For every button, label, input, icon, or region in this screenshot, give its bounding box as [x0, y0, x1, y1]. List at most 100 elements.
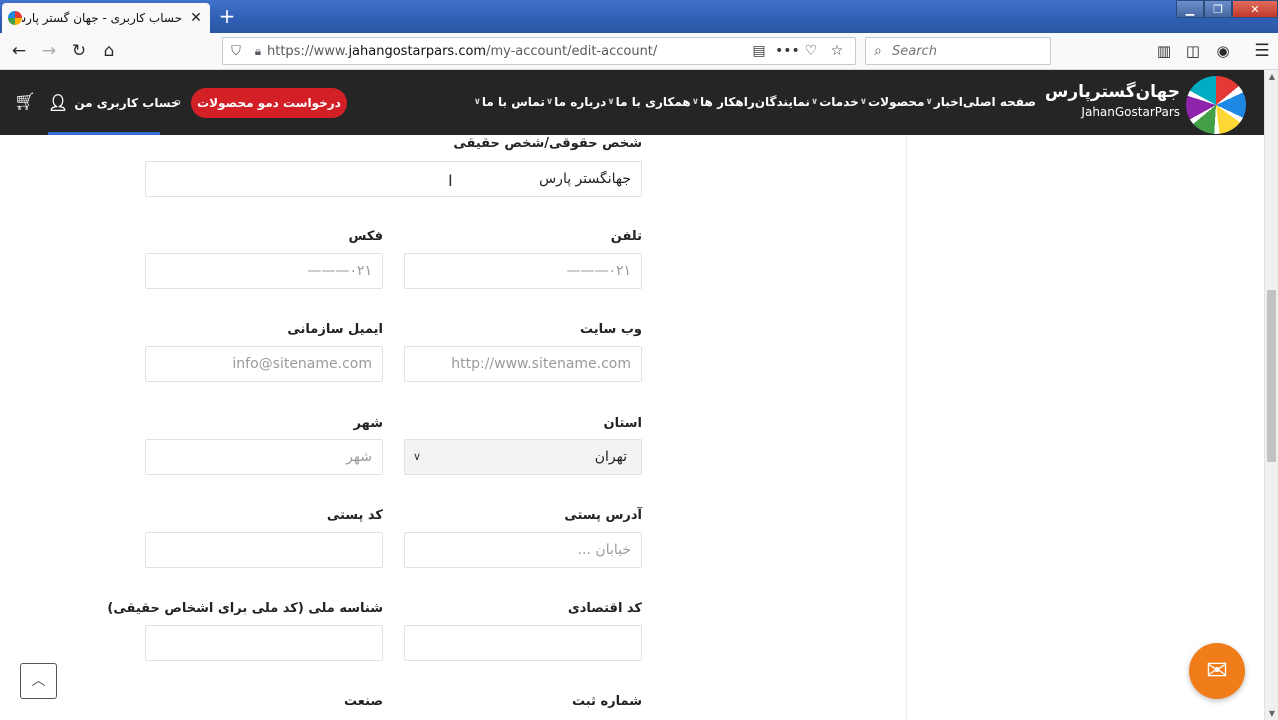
url-text[interactable]: https://www.jahangostarpars.com/my-accou…: [267, 44, 749, 59]
logo-text-fa[interactable]: جهان‌گسترپارس: [1045, 82, 1180, 102]
registration-number-label: شماره ثبت: [571, 694, 642, 709]
hamburger-menu-icon[interactable]: ☰: [1249, 39, 1275, 63]
envelope-icon: ✉: [1206, 656, 1228, 686]
text-cursor-icon: Ι: [448, 171, 453, 190]
chevron-down-icon: ∨: [545, 97, 554, 107]
url-path: /my-account/edit-account/: [486, 43, 658, 59]
browser-search-box[interactable]: ⌕: [865, 37, 1051, 65]
city-input[interactable]: [145, 439, 383, 475]
scroll-down-icon[interactable]: ▼: [1265, 709, 1278, 718]
menu-label: اخبار: [933, 95, 963, 109]
economic-code-label: کد اقتصادی: [567, 601, 642, 616]
website-input[interactable]: [404, 346, 642, 382]
browser-tab[interactable]: حساب کاربری - جهان گستر پارس ✕: [2, 3, 210, 33]
user-icon: 👤︎: [48, 93, 69, 112]
menu-label: تماس با ما: [481, 95, 545, 109]
menu-item-home[interactable]: صفحه اصلی: [963, 92, 1036, 112]
edit-account-form: شخص حقوقی/شخص حقیقی Ι تلفن فکس وب سایت ا…: [0, 135, 1264, 720]
my-account-link[interactable]: حساب کاربری من 👤︎: [48, 93, 180, 112]
tab-title: حساب کاربری - جهان گستر پارس: [22, 11, 182, 25]
national-id-input[interactable]: [145, 625, 383, 661]
menu-item-agents[interactable]: نمایندگان: [755, 92, 810, 112]
sidebar-toggle-icon[interactable]: ◫: [1180, 39, 1206, 63]
page-actions-icon[interactable]: •••: [775, 43, 800, 59]
province-select[interactable]: تهران ∨: [404, 439, 642, 475]
browser-search-input[interactable]: [892, 43, 1042, 59]
reader-view-icon[interactable]: ▤: [749, 43, 769, 59]
library-icon[interactable]: ▥: [1151, 39, 1177, 63]
chevron-down-icon: ∨: [473, 97, 481, 107]
menu-label: همکاری با ما: [615, 95, 691, 109]
forward-arrow-icon[interactable]: →: [36, 39, 62, 63]
pocket-icon[interactable]: ♡: [801, 43, 821, 59]
company-input[interactable]: [145, 161, 642, 197]
logo-globe-icon[interactable]: [1186, 76, 1246, 134]
tracking-shield-icon[interactable]: ⛉: [223, 44, 249, 59]
window-close-icon[interactable]: ✕: [1232, 0, 1278, 18]
url-prefix: https://www.: [267, 43, 349, 59]
menu-item-cooperation[interactable]: همکاری با ما ∨: [606, 92, 690, 112]
scroll-thumb[interactable]: [1267, 290, 1276, 462]
menu-label: محصولات: [868, 95, 925, 109]
minimize-icon[interactable]: ▁: [1176, 0, 1204, 18]
province-value: تهران: [594, 449, 627, 465]
bookmark-star-icon[interactable]: ☆: [827, 43, 847, 59]
website-label: وب سایت: [580, 322, 642, 337]
my-account-label: حساب کاربری من: [74, 95, 180, 110]
account-icon[interactable]: ◉: [1210, 39, 1236, 63]
search-icon: ⌕: [874, 43, 882, 59]
menu-item-services[interactable]: خدمات ∨: [810, 92, 859, 112]
site-header: جهان‌گسترپارس JahanGostarPars صفحه اصلی …: [0, 70, 1264, 135]
email-input[interactable]: [145, 346, 383, 382]
economic-code-input[interactable]: [404, 625, 642, 661]
contact-mail-button[interactable]: ✉: [1189, 643, 1245, 699]
back-arrow-icon[interactable]: ←: [6, 39, 32, 63]
phone-input[interactable]: [404, 253, 642, 289]
chevron-down-icon: ∨: [607, 97, 615, 107]
cart-icon[interactable]: 🛒︎: [14, 92, 36, 112]
menu-label: نمایندگان: [754, 95, 810, 109]
chevron-up-icon: ︿: [31, 673, 46, 689]
menu-item-products[interactable]: محصولات ∨: [859, 92, 925, 112]
menu-label: راهکار ها: [700, 95, 755, 109]
page-scrollbar[interactable]: ▲ ▼: [1264, 70, 1278, 720]
fax-input[interactable]: [145, 253, 383, 289]
national-id-label: شناسه ملی (کد ملی برای اشخاص حقیقی): [107, 601, 383, 616]
city-label: شهر: [353, 416, 383, 431]
tab-close-icon[interactable]: ✕: [188, 10, 204, 26]
logo-text-en[interactable]: JahanGostarPars: [1070, 105, 1180, 119]
menu-item-news[interactable]: اخبار ∨: [925, 92, 963, 112]
industry-label: صنعت: [344, 694, 383, 709]
menu-label: درباره ما: [554, 95, 607, 109]
chevron-down-icon: ∨: [859, 97, 868, 107]
maximize-icon[interactable]: ❐: [1204, 0, 1232, 18]
browser-tab-bar: حساب کاربری - جهان گستر پارس ✕ + ▁ ❐ ✕: [0, 0, 1278, 33]
url-domain: jahangostarpars.com: [348, 43, 487, 59]
postal-code-input[interactable]: [145, 532, 383, 568]
home-icon[interactable]: ⌂: [96, 39, 122, 63]
menu-item-about[interactable]: درباره ما ∨: [545, 92, 607, 112]
province-label: استان: [603, 416, 642, 431]
lock-icon[interactable]: 🔒︎: [249, 44, 267, 59]
site-favicon-icon: [8, 11, 22, 25]
postal-code-label: کد پستی: [326, 508, 383, 523]
chevron-down-icon: ∨: [810, 97, 819, 107]
menu-item-solutions[interactable]: راهکار ها ∨: [691, 92, 755, 112]
new-tab-plus-icon[interactable]: +: [216, 5, 238, 27]
scroll-up-icon[interactable]: ▲: [1265, 72, 1278, 81]
menu-label: خدمات: [819, 95, 859, 109]
window-controls: ▁ ❐ ✕: [1176, 0, 1278, 18]
menu-label: صفحه اصلی: [962, 95, 1036, 109]
request-demo-button[interactable]: درخواست دمو محصولات: [191, 88, 347, 118]
chevron-down-icon: ∨: [691, 97, 700, 107]
browser-toolbar: ← → ↻ ⌂ ⛉ 🔒︎ https://www.jahangostarpars…: [0, 33, 1278, 70]
chevron-down-icon: ∨: [925, 97, 933, 107]
reload-icon[interactable]: ↻: [66, 39, 92, 63]
address-input[interactable]: [404, 532, 642, 568]
address-bar[interactable]: ⛉ 🔒︎ https://www.jahangostarpars.com/my-…: [222, 37, 856, 65]
menu-item-contact[interactable]: تماس با ما ∨: [473, 92, 545, 112]
company-label: شخص حقوقی/شخص حقیقی: [453, 136, 642, 151]
scroll-to-top-button[interactable]: ︿: [20, 663, 57, 699]
main-menu: صفحه اصلی اخبار ∨ محصولات ∨ خدمات ∨ نمایندگ…: [474, 92, 1036, 112]
email-label: ایمیل سازمانی: [287, 322, 383, 337]
